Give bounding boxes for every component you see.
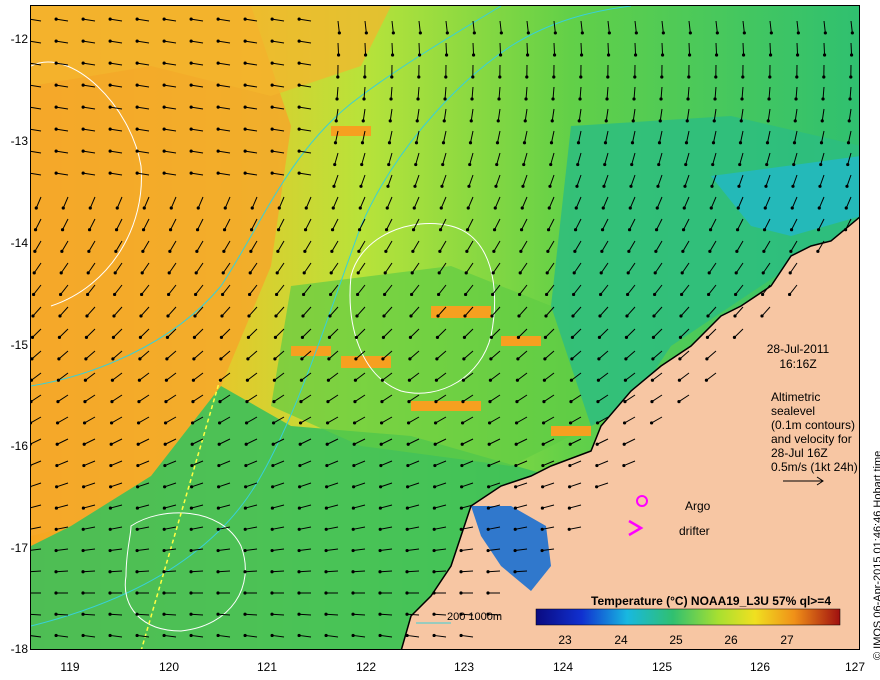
latitude-tick: -16 <box>10 439 28 453</box>
reference-arrow-icon <box>783 476 824 486</box>
altimetry-note-line: 28-Jul 16Z <box>771 446 828 460</box>
warm-patch <box>411 401 481 411</box>
altimetry-note-line: and velocity for <box>771 432 852 446</box>
latitude-tick: -12 <box>10 32 28 46</box>
altimetry-note-line: (0.1m contours) <box>771 418 856 432</box>
bathymetry-scale-label: 200 1000m <box>447 611 503 623</box>
colorbar-tick: 25 <box>669 633 683 647</box>
latitude-tick: -15 <box>10 338 28 352</box>
latitude-tick: -18 <box>10 642 28 656</box>
longitude-tick: 122 <box>355 660 377 674</box>
argo-label: Argo <box>685 499 711 513</box>
drifter-label: drifter <box>679 524 710 538</box>
altimetry-note: Altimetric sealevel (0.1m contours) and … <box>771 390 859 486</box>
longitude-tick: 123 <box>453 660 475 674</box>
altimetry-note-line: 0.5m/s (1kt 24h) <box>771 460 858 474</box>
imos-credit: © IMOS 06-Apr-2015 01:46:46 Hobart time <box>872 450 880 660</box>
sst-map: 28-Jul-2011 16:16Z Altimetric sealevel (… <box>30 5 860 650</box>
observation-date: 28-Jul-2011 <box>766 342 830 356</box>
longitude-tick: 127 <box>844 660 866 674</box>
latitude-tick: -14 <box>10 236 28 250</box>
observation-time: 16:16Z <box>779 357 817 371</box>
longitude-tick: 121 <box>256 660 278 674</box>
warm-patch <box>431 306 491 318</box>
warm-patch <box>501 336 541 346</box>
colorbar-tick: 24 <box>614 633 628 647</box>
longitude-tick: 125 <box>651 660 673 674</box>
latitude-tick: -17 <box>10 541 28 555</box>
observation-datetime: 28-Jul-2011 16:16Z <box>753 342 843 372</box>
colorbar-tick: 26 <box>724 633 738 647</box>
colorbar-tick: 27 <box>780 633 794 647</box>
sst-map-canvas <box>31 6 859 649</box>
altimetry-note-line: Altimetric sealevel <box>771 390 821 418</box>
longitude-tick: 124 <box>552 660 574 674</box>
warm-patch <box>551 426 591 436</box>
colorbar-tick: 23 <box>558 633 572 647</box>
temperature-colorbar <box>535 608 841 626</box>
longitude-tick: 120 <box>158 660 180 674</box>
longitude-tick: 126 <box>749 660 771 674</box>
colorbar-title: Temperature (°C) NOAA19_L3U 57% ql>=4 <box>591 594 831 608</box>
latitude-tick: -13 <box>10 134 28 148</box>
longitude-tick: 119 <box>60 660 80 674</box>
